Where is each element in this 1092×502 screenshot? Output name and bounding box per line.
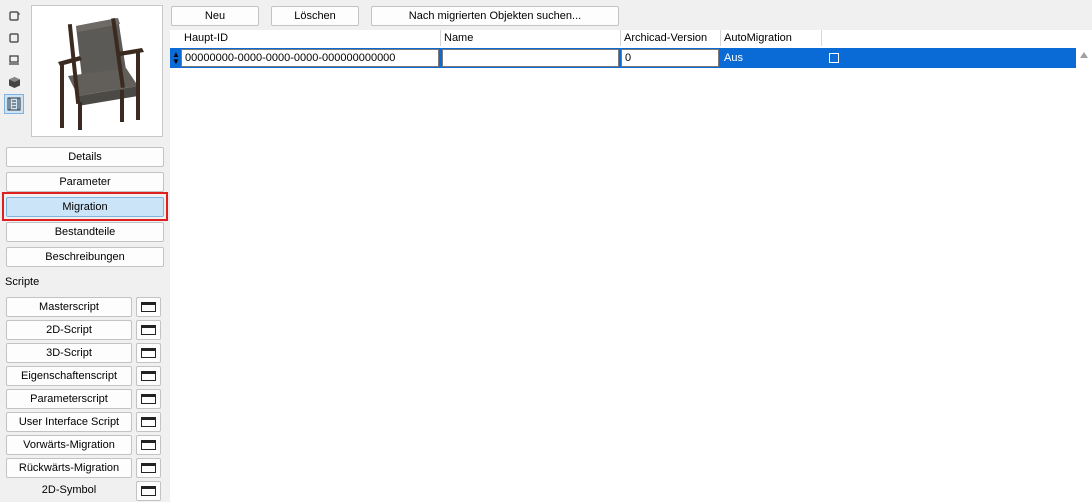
window-icon bbox=[141, 394, 156, 404]
details-button[interactable]: Details bbox=[6, 147, 164, 167]
user-interface-script-button[interactable]: User Interface Script bbox=[6, 412, 132, 432]
backward-migration-window-button[interactable] bbox=[136, 458, 161, 478]
column-header-haupt-id[interactable]: Haupt-ID bbox=[181, 30, 441, 46]
window-icon bbox=[141, 440, 156, 450]
column-header-name[interactable]: Name bbox=[441, 30, 621, 46]
window-icon bbox=[141, 486, 156, 496]
object-preview-image bbox=[31, 5, 163, 137]
column-header-archicad-version[interactable]: Archicad-Version bbox=[621, 30, 721, 46]
new-button[interactable]: Neu bbox=[171, 6, 259, 26]
beschreibungen-button[interactable]: Beschreibungen bbox=[6, 247, 164, 267]
toolbar: Neu Löschen Nach migrierten Objekten suc… bbox=[170, 0, 1092, 30]
floor-plan-icon[interactable] bbox=[4, 28, 24, 48]
automigration-value[interactable]: Aus bbox=[721, 48, 743, 68]
window-icon bbox=[141, 463, 156, 473]
eigenschaftenscript-button[interactable]: Eigenschaftenscript bbox=[6, 366, 132, 386]
table-row[interactable]: ▲ ▼ 00000000-0000-0000-0000-000000000000 … bbox=[170, 48, 1076, 68]
window-icon bbox=[141, 348, 156, 358]
delete-button[interactable]: Löschen bbox=[271, 6, 359, 26]
parameterscript-window-button[interactable] bbox=[136, 389, 161, 409]
window-icon bbox=[141, 325, 156, 335]
window-icon bbox=[141, 371, 156, 381]
haupt-id-cell[interactable]: 00000000-0000-0000-0000-000000000000 bbox=[181, 49, 439, 67]
row-drag-handle-icon[interactable]: ▲ ▼ bbox=[172, 51, 180, 66]
left-panel: Details Parameter Migration Bestandteile… bbox=[0, 0, 170, 502]
backward-migration-button[interactable]: Rückwärts-Migration bbox=[6, 458, 132, 478]
2d-script-window-button[interactable] bbox=[136, 320, 161, 340]
user-interface-script-window-button[interactable] bbox=[136, 412, 161, 432]
masterscript-button[interactable]: Masterscript bbox=[6, 297, 132, 317]
masterscript-window-button[interactable] bbox=[136, 297, 161, 317]
elevation-icon[interactable] bbox=[4, 50, 24, 70]
2d-script-button[interactable]: 2D-Script bbox=[6, 320, 132, 340]
automigration-checkbox[interactable] bbox=[829, 53, 839, 63]
list-view-icon[interactable] bbox=[4, 94, 24, 114]
scripts-section-label: Scripte bbox=[5, 276, 40, 288]
2d-symbol-button[interactable]: 2D-Symbol bbox=[6, 481, 132, 501]
table-header: Haupt-ID Name Archicad-Version AutoMigra… bbox=[170, 30, 1092, 46]
2d-symbol-window-button[interactable] bbox=[136, 481, 161, 501]
3d-cube-icon[interactable] bbox=[4, 72, 24, 92]
2d-view-icon[interactable] bbox=[4, 6, 24, 26]
migration-panel: Neu Löschen Nach migrierten Objekten suc… bbox=[170, 0, 1092, 502]
3d-script-button[interactable]: 3D-Script bbox=[6, 343, 132, 363]
name-cell[interactable] bbox=[442, 49, 619, 67]
search-migrated-objects-button[interactable]: Nach migrierten Objekten suchen... bbox=[371, 6, 619, 26]
eigenschaftenscript-window-button[interactable] bbox=[136, 366, 161, 386]
parameterscript-button[interactable]: Parameterscript bbox=[6, 389, 132, 409]
parameter-button[interactable]: Parameter bbox=[6, 172, 164, 192]
forward-migration-button[interactable]: Vorwärts-Migration bbox=[6, 435, 132, 455]
window-icon bbox=[141, 417, 156, 427]
column-header-automigration[interactable]: AutoMigration bbox=[721, 30, 822, 46]
scroll-up-arrow-icon[interactable] bbox=[1080, 52, 1088, 58]
forward-migration-window-button[interactable] bbox=[136, 435, 161, 455]
migration-button[interactable]: Migration bbox=[6, 197, 164, 217]
vertical-scrollbar[interactable] bbox=[1076, 46, 1092, 502]
archicad-version-cell[interactable]: 0 bbox=[621, 49, 719, 67]
view-icon-bar bbox=[4, 6, 26, 116]
3d-script-window-button[interactable] bbox=[136, 343, 161, 363]
bestandteile-button[interactable]: Bestandteile bbox=[6, 222, 164, 242]
window-icon bbox=[141, 302, 156, 312]
